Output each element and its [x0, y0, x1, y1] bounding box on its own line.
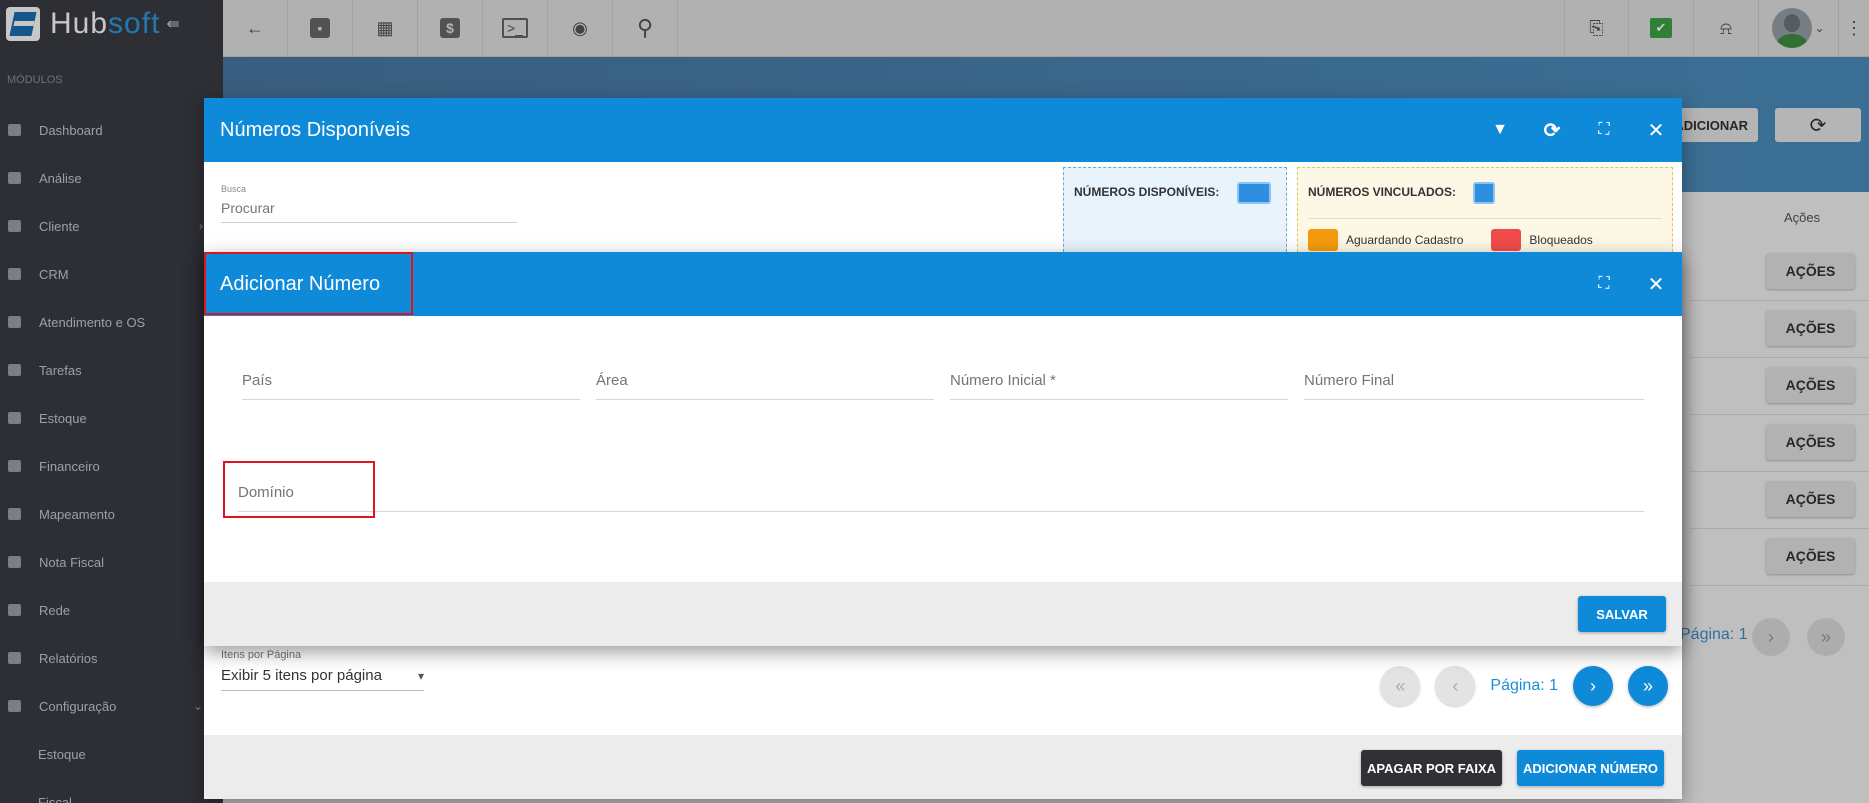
legend-vinculados-label: NÚMEROS VINCULADOS:: [1308, 185, 1457, 200]
fullscreen-icon: ⛶: [1598, 121, 1610, 138]
adicionar-numero-modal: Adicionar Número ⛶ ✕ SALVAR: [204, 252, 1682, 646]
numero-final-input[interactable]: [1304, 372, 1644, 400]
legend-aguardando-label: Aguardando Cadastro: [1346, 233, 1464, 247]
filter-button[interactable]: ▼: [1474, 121, 1526, 139]
numero-inicial-field: [950, 372, 1288, 400]
modal-header: Adicionar Número ⛶ ✕: [204, 252, 1682, 316]
search-label: Busca: [221, 184, 247, 194]
search-input[interactable]: [221, 194, 517, 223]
modal-footer: SALVAR: [204, 582, 1682, 646]
legend-disponivel-swatch: [1236, 182, 1271, 204]
items-per-page-select[interactable]: Exibir 5 itens por página ▾: [221, 661, 424, 691]
items-per-page-value: Exibir 5 itens por página: [221, 667, 382, 684]
legend-aguardando-swatch: [1308, 229, 1338, 251]
adicionar-numero-button[interactable]: ADICIONAR NÚMERO: [1517, 750, 1664, 786]
refresh-icon: ⟳: [1543, 119, 1561, 142]
modal-footer: APAGAR POR FAIXA ADICIONAR NÚMERO: [204, 735, 1682, 799]
pais-field: [242, 372, 580, 400]
next-page-button[interactable]: ›: [1573, 666, 1613, 706]
search-field: Busca: [221, 184, 517, 223]
items-per-page-field: Itens por Página Exibir 5 itens por pági…: [221, 649, 424, 691]
last-page-button[interactable]: »: [1628, 666, 1668, 706]
dominio-field: [238, 484, 1644, 512]
fullscreen-button[interactable]: ⛶: [1578, 275, 1630, 293]
chevron-left-icon: ‹: [1452, 675, 1459, 696]
apagar-por-faixa-button[interactable]: APAGAR POR FAIXA: [1361, 750, 1502, 786]
prev-page-button[interactable]: ‹: [1435, 666, 1476, 706]
first-page-button[interactable]: «: [1380, 666, 1421, 706]
numero-final-field: [1304, 372, 1644, 400]
area-input[interactable]: [596, 372, 934, 400]
salvar-button[interactable]: SALVAR: [1578, 596, 1666, 632]
title-highlight-box: [204, 252, 413, 315]
legend-vinculado-swatch: [1473, 182, 1496, 204]
filter-icon: ▼: [1492, 121, 1508, 138]
pagination: « ‹ Página: 1 › »: [1365, 666, 1668, 706]
legend-bloqueados-swatch: [1491, 229, 1522, 251]
close-button[interactable]: ✕: [1630, 118, 1682, 143]
dominio-input[interactable]: [238, 484, 1644, 512]
dominio-highlight-box: [223, 461, 375, 518]
close-button[interactable]: ✕: [1630, 272, 1682, 297]
double-chevron-right-icon: »: [1642, 675, 1653, 696]
page-label: Página: 1: [1490, 677, 1558, 694]
legend-disponiveis: NÚMEROS DISPONÍVEIS:: [1063, 167, 1287, 257]
fullscreen-icon: ⛶: [1598, 275, 1610, 292]
legend-disponiveis-label: NÚMEROS DISPONÍVEIS:: [1074, 185, 1220, 200]
area-field: [596, 372, 934, 400]
modal-title: Números Disponíveis: [220, 118, 411, 141]
pais-input[interactable]: [242, 372, 580, 400]
chevron-right-icon: ›: [1590, 675, 1596, 696]
double-chevron-left-icon: «: [1395, 675, 1406, 696]
modal-header: Números Disponíveis ▼ ⟳ ⛶ ✕: [204, 98, 1682, 162]
fullscreen-button[interactable]: ⛶: [1578, 121, 1630, 139]
numero-inicial-input[interactable]: [950, 372, 1288, 400]
legend-bloqueados-label: Bloqueados: [1529, 233, 1593, 247]
legend-vinculados: NÚMEROS VINCULADOS: Aguardando Cadastro …: [1297, 167, 1673, 257]
close-icon: ✕: [1647, 273, 1665, 296]
items-per-page-label: Itens por Página: [221, 649, 302, 661]
refresh-button[interactable]: ⟳: [1526, 118, 1578, 143]
caret-down-icon: ▾: [417, 668, 424, 683]
close-icon: ✕: [1647, 119, 1665, 142]
